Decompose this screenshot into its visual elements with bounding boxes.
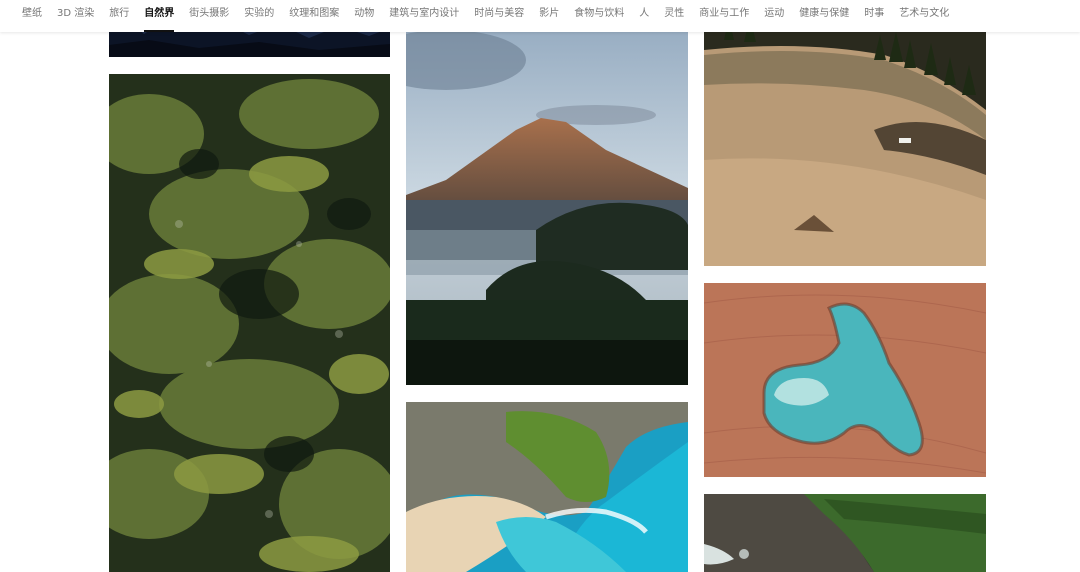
category-textures-patterns[interactable]: 纹理和图案 [289, 0, 339, 32]
category-film[interactable]: 影片 [539, 0, 559, 32]
category-wallpapers[interactable]: 壁纸 [22, 0, 42, 32]
photo-turquoise-lake-aerial[interactable] [704, 283, 986, 477]
category-animals[interactable]: 动物 [354, 0, 374, 32]
category-food-drink[interactable]: 食物与饮料 [574, 0, 624, 32]
category-street-photography[interactable]: 街头摄影 [189, 0, 229, 32]
category-business-work[interactable]: 商业与工作 [699, 0, 749, 32]
category-3d-render[interactable]: 3D 渲染 [57, 0, 94, 32]
photo-volcano-misty-valley[interactable] [406, 0, 688, 385]
photo-gallery [0, 0, 1080, 572]
category-arts-culture[interactable]: 艺术与文化 [899, 0, 949, 32]
category-spirituality[interactable]: 灵性 [664, 0, 684, 32]
category-sports[interactable]: 运动 [764, 0, 784, 32]
category-nature[interactable]: 自然界 [144, 0, 175, 32]
category-health-wellness[interactable]: 健康与保健 [799, 0, 849, 32]
photo-cedar-branches[interactable] [109, 74, 390, 572]
category-travel[interactable]: 旅行 [109, 0, 129, 32]
category-nav-bar: 壁纸 3D 渲染 旅行 自然界 街头摄影 实验的 纹理和图案 动物 建筑与室内设… [0, 0, 1080, 32]
photo-coastal-cove-turquoise[interactable] [406, 402, 688, 572]
category-architecture-interior[interactable]: 建筑与室内设计 [389, 0, 459, 32]
photo-grassy-hillside[interactable] [704, 0, 986, 266]
photo-coastline-rocks-partial[interactable] [704, 494, 986, 572]
category-fashion-beauty[interactable]: 时尚与美容 [474, 0, 524, 32]
category-experimental[interactable]: 实验的 [244, 0, 274, 32]
category-people[interactable]: 人 [639, 0, 649, 32]
category-list: 壁纸 3D 渲染 旅行 自然界 街头摄影 实验的 纹理和图案 动物 建筑与室内设… [22, 0, 964, 32]
category-current-events[interactable]: 时事 [864, 0, 884, 32]
